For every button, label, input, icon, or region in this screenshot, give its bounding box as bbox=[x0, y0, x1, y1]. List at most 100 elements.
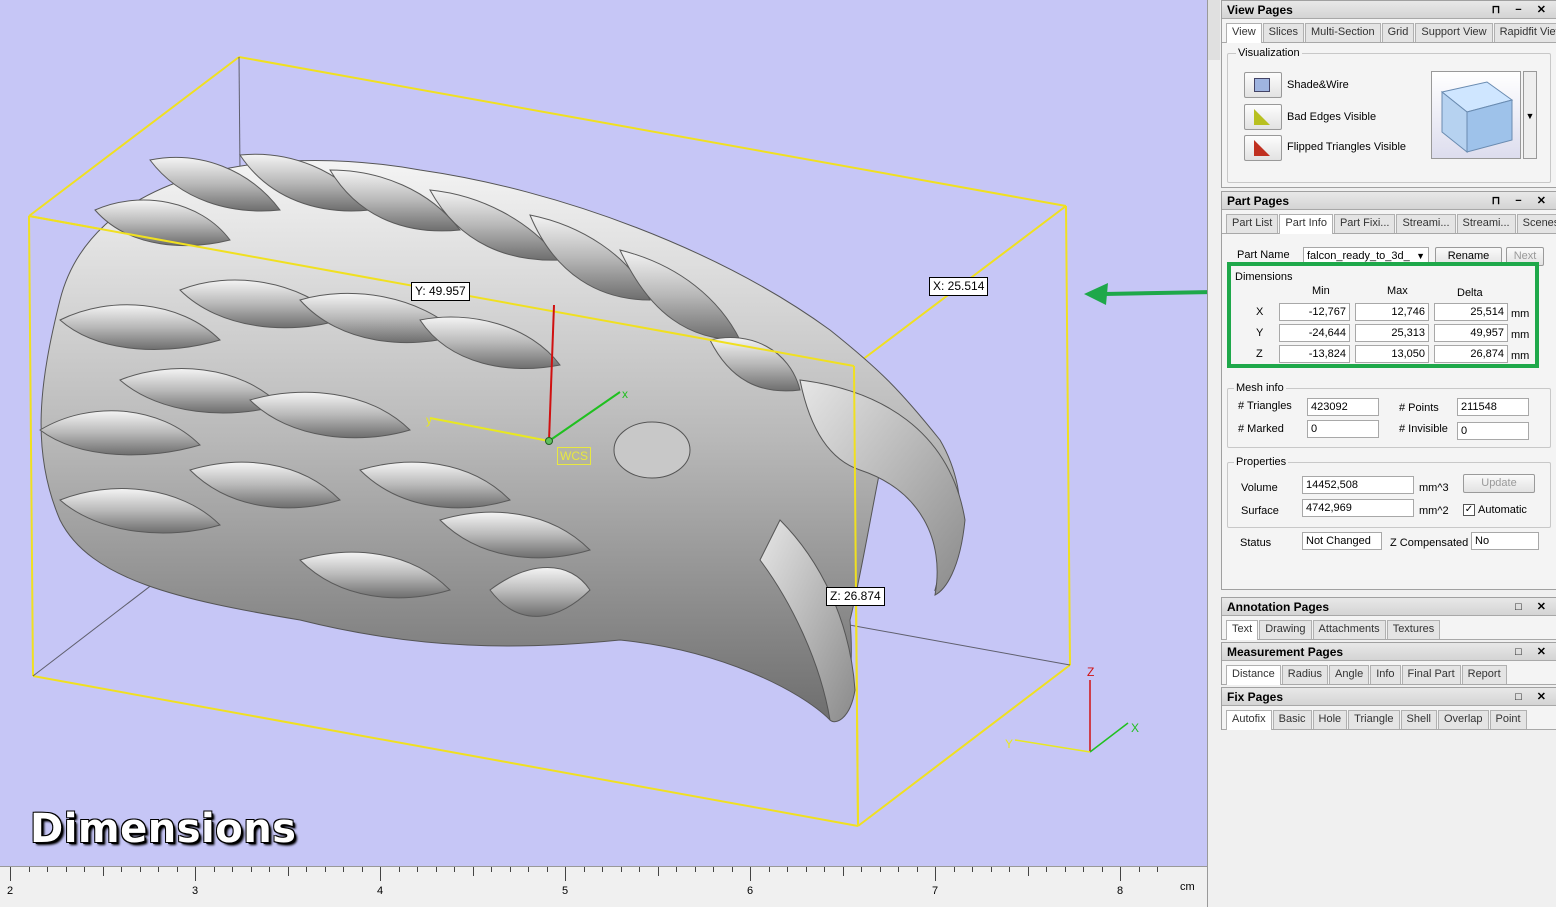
ruler-minor-tick bbox=[953, 867, 955, 872]
svg-text:y: y bbox=[426, 413, 432, 427]
ruler-minor-tick bbox=[435, 867, 437, 872]
measurement-pages-panel: Measurement Pages □ ✕ Distance Radius Angl… bbox=[1221, 642, 1556, 685]
panel-controls-icon[interactable]: □ ✕ bbox=[1515, 688, 1552, 706]
vertical-toolbar[interactable] bbox=[1208, 0, 1220, 60]
view-tab-0[interactable]: View bbox=[1226, 23, 1262, 43]
ruler-minor-tick bbox=[1083, 867, 1084, 872]
part-tab-4[interactable]: Streami... bbox=[1456, 214, 1516, 233]
measurement-tab-0[interactable]: Distance bbox=[1226, 665, 1281, 685]
ruler-minor-tick bbox=[1138, 867, 1140, 872]
shade-wire-icon bbox=[1254, 78, 1270, 92]
automatic-checkbox[interactable]: ✓ bbox=[1463, 504, 1475, 516]
triangles-field: 423092 bbox=[1307, 398, 1379, 416]
ruler-minor-tick bbox=[583, 867, 585, 872]
ruler-minor-tick bbox=[417, 867, 418, 872]
ruler-minor-tick bbox=[676, 867, 677, 872]
dim-label-z: Z: 26.874 bbox=[826, 587, 885, 606]
annotation-tab-3[interactable]: Textures bbox=[1386, 620, 1441, 639]
view-cube-dropdown-icon[interactable]: ▼ bbox=[1523, 71, 1537, 159]
panel-controls-icon[interactable]: □ ✕ bbox=[1515, 598, 1552, 616]
z-compensated-field: No bbox=[1471, 532, 1539, 550]
annotation-tab-1[interactable]: Drawing bbox=[1259, 620, 1312, 639]
view-pages-tabs: View Slices Multi-Section Grid Support View R… bbox=[1222, 19, 1556, 43]
ruler-minor-tick bbox=[121, 867, 122, 872]
ruler-minor-tick bbox=[102, 867, 104, 876]
dim-delta-field: 26,874 bbox=[1434, 345, 1508, 363]
ruler-tick-label: 5 bbox=[562, 885, 569, 897]
ruler-minor-tick bbox=[1027, 867, 1029, 876]
ruler-minor-tick bbox=[861, 867, 862, 872]
ruler-minor-tick bbox=[269, 867, 270, 872]
ruler-minor-tick bbox=[509, 867, 511, 872]
bad-edges-button[interactable] bbox=[1244, 104, 1282, 130]
dim-header-delta: Delta bbox=[1457, 287, 1483, 299]
ruler-minor-tick bbox=[990, 867, 992, 872]
measurement-tab-4[interactable]: Final Part bbox=[1401, 665, 1461, 684]
measurement-pages-tabs: Distance Radius Angle Info Final Part Report bbox=[1222, 661, 1556, 685]
fix-tab-5[interactable]: Overlap bbox=[1437, 710, 1489, 729]
panel-controls-icon[interactable]: ⊓ − ✕ bbox=[1492, 1, 1552, 19]
annotation-tab-0[interactable]: Text bbox=[1226, 620, 1259, 640]
fix-tab-0[interactable]: Autofix bbox=[1226, 710, 1272, 730]
ruler-minor-tick bbox=[28, 867, 30, 872]
points-label: # Points bbox=[1399, 402, 1439, 414]
part-tab-2[interactable]: Part Fixi... bbox=[1333, 214, 1396, 233]
view-cube-icon[interactable] bbox=[1431, 71, 1521, 159]
flipped-triangles-icon bbox=[1254, 140, 1270, 156]
ruler-tick-label: 7 bbox=[932, 885, 939, 897]
fix-tab-3[interactable]: Triangle bbox=[1348, 710, 1400, 729]
dim-max-field: 12,746 bbox=[1355, 303, 1429, 321]
ruler-minor-tick bbox=[879, 867, 881, 872]
invisible-label: # Invisible bbox=[1399, 423, 1448, 435]
view-tab-4[interactable]: Support View bbox=[1415, 23, 1493, 42]
svg-text:X: X bbox=[1131, 721, 1139, 735]
measurement-tab-5[interactable]: Report bbox=[1461, 665, 1507, 684]
view-tab-2[interactable]: Multi-Section bbox=[1305, 23, 1381, 42]
panel-controls-icon[interactable]: □ ✕ bbox=[1515, 643, 1552, 661]
ruler-tick-label: 3 bbox=[192, 885, 199, 897]
part-tab-3[interactable]: Streami... bbox=[1396, 214, 1456, 233]
dim-min-field: -13,824 bbox=[1279, 345, 1350, 363]
part-tab-5[interactable]: Scenes bbox=[1516, 214, 1556, 233]
scene-canvas[interactable]: x y Z X Y bbox=[0, 0, 1207, 907]
fix-tab-6[interactable]: Point bbox=[1489, 710, 1527, 729]
ruler-minor-tick bbox=[1157, 867, 1158, 872]
view-tab-1[interactable]: Slices bbox=[1262, 23, 1304, 42]
z-compensated-label: Z Compensated bbox=[1390, 537, 1469, 549]
fix-tab-2[interactable]: Hole bbox=[1312, 710, 1348, 729]
view-tab-3[interactable]: Grid bbox=[1381, 23, 1415, 42]
panel-controls-icon[interactable]: ⊓ − ✕ bbox=[1492, 192, 1552, 210]
dim-min-field: -24,644 bbox=[1279, 324, 1350, 342]
shade-wire-button[interactable] bbox=[1244, 72, 1282, 98]
surface-field: 4742,969 bbox=[1302, 499, 1414, 517]
flipped-triangles-label: Flipped Triangles Visible bbox=[1287, 141, 1407, 153]
fix-tab-1[interactable]: Basic bbox=[1272, 710, 1312, 729]
dim-header-min: Min bbox=[1312, 285, 1330, 297]
flipped-triangles-button[interactable] bbox=[1244, 135, 1282, 161]
3d-viewport[interactable]: x y Z X Y Y: 49.957 X: 25.514 Z: 26.874 … bbox=[0, 0, 1207, 907]
ruler-minor-tick bbox=[472, 867, 474, 876]
measurement-tab-1[interactable]: Radius bbox=[1281, 665, 1329, 684]
measurement-tab-3[interactable]: Info bbox=[1370, 665, 1401, 684]
panel-title: Fix Pages □ ✕ bbox=[1222, 688, 1556, 706]
ruler-minor-tick bbox=[343, 867, 344, 872]
ruler-tick bbox=[1120, 867, 1121, 881]
dim-axis-label: Y bbox=[1256, 327, 1264, 339]
orientation-triad: Z X Y bbox=[1005, 665, 1139, 753]
part-tab-0[interactable]: Part List bbox=[1226, 214, 1279, 233]
ruler-minor-tick bbox=[1046, 867, 1047, 872]
ruler-minor-tick bbox=[602, 867, 603, 872]
part-tab-1[interactable]: Part Info bbox=[1279, 214, 1333, 234]
ruler-minor-tick bbox=[139, 867, 141, 872]
fix-tab-4[interactable]: Shell bbox=[1400, 710, 1437, 729]
dim-min-field: -12,767 bbox=[1279, 303, 1350, 321]
update-button[interactable]: Update bbox=[1463, 474, 1535, 493]
surface-label: Surface bbox=[1241, 505, 1279, 517]
annotation-tab-2[interactable]: Attachments bbox=[1312, 620, 1386, 639]
visualization-label: Visualization bbox=[1236, 47, 1302, 59]
ruler-minor-tick bbox=[84, 867, 85, 872]
view-tab-5[interactable]: Rapidfit View bbox=[1493, 23, 1556, 42]
measurement-tab-2[interactable]: Angle bbox=[1329, 665, 1370, 684]
side-panel: View Pages ⊓ − ✕ View Slices Multi-Section… bbox=[1207, 0, 1556, 907]
dim-delta-field: 25,514 bbox=[1434, 303, 1508, 321]
